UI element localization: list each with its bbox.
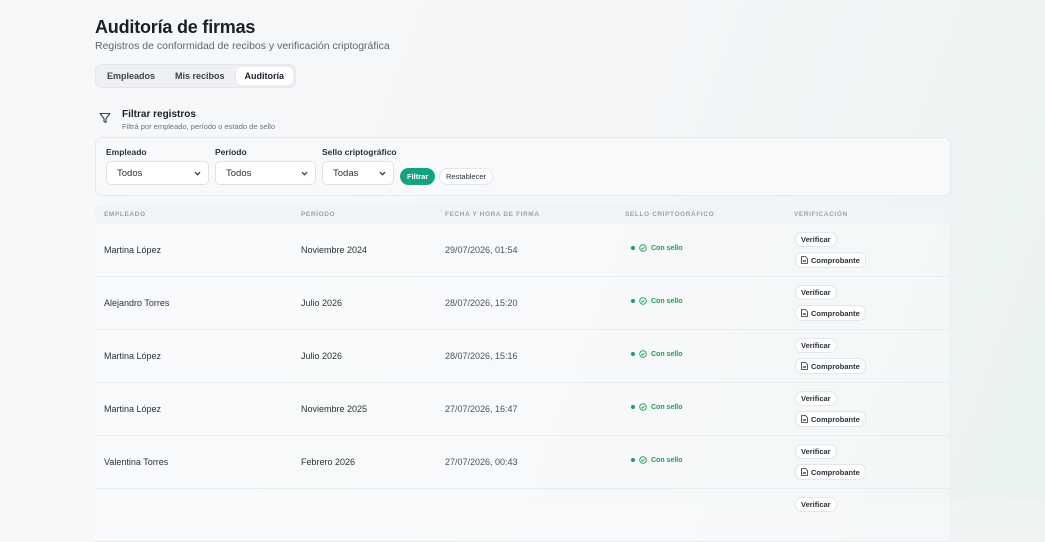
chevron-down-icon <box>301 171 308 176</box>
status-dot <box>631 458 635 462</box>
seal-status-badge: Con sello <box>631 297 683 305</box>
tab-bar: Empleados Mis recibos Auditoría <box>95 64 297 88</box>
employee-name: Martina López <box>104 245 162 255</box>
page-subtitle: Registros de conformidad de recibos y ve… <box>95 40 390 52</box>
column-header-period: PERÍODO <box>301 211 336 218</box>
receipt-button[interactable]: Comprobante <box>795 305 866 321</box>
table-row: Martina López Noviembre 2024 29/07/2026, 0… <box>95 224 949 277</box>
period-filter-label: Período <box>215 147 247 157</box>
apply-filter-button[interactable]: Filtrar <box>400 168 436 185</box>
period-select[interactable]: Todos <box>215 161 316 185</box>
status-dot <box>631 299 635 303</box>
document-icon <box>801 256 808 264</box>
seal-status-badge: Con sello <box>631 456 683 464</box>
verify-button[interactable]: Verificar <box>795 391 837 406</box>
check-circle-icon <box>639 403 647 411</box>
tab-auditoria[interactable]: Auditoría <box>235 67 294 85</box>
column-header-verification: VERIFICACIÓN <box>794 211 848 218</box>
page-title: Auditoría de firmas <box>95 17 256 37</box>
seal-status-badge: Con sello <box>631 350 683 358</box>
seal-status-label: Con sello <box>651 456 683 464</box>
receipt-button-label: Comprobante <box>811 467 860 477</box>
document-icon <box>801 362 808 370</box>
employee-select-value: Todos <box>117 168 143 179</box>
table-row: Martina López Julio 2026 28/07/2026, 15:16… <box>95 330 949 383</box>
status-dot <box>631 352 635 356</box>
table-header: EMPLEADO PERÍODO FECHA Y HORA DE FIRMA S… <box>95 205 949 224</box>
chevron-down-icon <box>194 171 201 176</box>
column-header-employee: EMPLEADO <box>104 211 146 218</box>
period-value: Julio 2026 <box>301 351 343 361</box>
seal-status-badge: Con sello <box>631 403 683 411</box>
tab-mis-recibos[interactable]: Mis recibos <box>166 67 234 85</box>
receipt-button-label: Comprobante <box>811 414 860 424</box>
check-circle-icon <box>639 297 647 305</box>
period-value: Noviembre 2025 <box>301 404 368 414</box>
table-row: Martina López Noviembre 2025 27/07/2026, 1… <box>95 383 949 436</box>
seal-status-label: Con sello <box>651 297 683 305</box>
signed-at-value: 29/07/2026, 01:54 <box>445 245 518 255</box>
receipt-button[interactable]: Comprobante <box>795 252 866 268</box>
reset-filter-button[interactable]: Restablecer <box>439 168 494 185</box>
verify-button[interactable]: Verificar <box>795 285 837 300</box>
employee-select[interactable]: Todos <box>106 161 209 185</box>
verify-button[interactable]: Verificar <box>795 232 837 247</box>
receipt-button-label: Comprobante <box>811 255 860 265</box>
seal-status-label: Con sello <box>651 350 683 358</box>
seal-status-label: Con sello <box>651 244 683 252</box>
receipt-button[interactable]: Comprobante <box>795 464 866 480</box>
verify-button[interactable]: Verificar <box>795 444 837 459</box>
signed-at-value: 27/07/2026, 16:47 <box>445 404 518 414</box>
check-circle-icon <box>639 456 647 464</box>
receipt-button-label: Comprobante <box>811 361 860 371</box>
verify-button[interactable]: Verificar <box>795 497 837 512</box>
seal-select[interactable]: Todas <box>322 161 394 185</box>
check-circle-icon <box>639 244 647 252</box>
receipt-button-label: Comprobante <box>811 308 860 318</box>
check-circle-icon <box>639 350 647 358</box>
period-select-value: Todos <box>226 168 252 179</box>
seal-status-badge: Con sello <box>631 244 683 252</box>
verify-button[interactable]: Verificar <box>795 338 837 353</box>
table-body: Martina López Noviembre 2024 29/07/2026, 0… <box>95 224 949 542</box>
period-value: Julio 2026 <box>301 298 343 308</box>
chevron-down-icon <box>379 171 386 176</box>
receipt-button[interactable]: Comprobante <box>795 358 866 374</box>
period-value: Febrero 2026 <box>301 457 356 467</box>
seal-filter-label: Sello criptográfico <box>322 147 397 157</box>
receipt-button[interactable]: Comprobante <box>795 411 866 427</box>
document-icon <box>801 309 808 317</box>
column-header-seal: SELLO CRIPTOGRÁFICO <box>625 211 715 218</box>
status-dot <box>631 405 635 409</box>
tab-empleados[interactable]: Empleados <box>98 67 164 85</box>
column-header-signed-at: FECHA Y HORA DE FIRMA <box>445 211 540 218</box>
table-row: Valentina Torres Febrero 2026 27/07/2026, … <box>95 436 949 489</box>
signed-at-value: 28/07/2026, 15:16 <box>445 351 518 361</box>
signed-at-value: 28/07/2026, 15:20 <box>445 298 518 308</box>
audit-table: EMPLEADO PERÍODO FECHA Y HORA DE FIRMA S… <box>95 205 949 542</box>
filter-section-subtitle: Filtrá por empleado, período o estado de… <box>122 122 276 131</box>
document-icon <box>801 415 808 423</box>
document-icon <box>801 468 808 476</box>
signed-at-value: 27/07/2026, 00:43 <box>445 457 518 467</box>
period-value: Noviembre 2024 <box>301 245 368 255</box>
table-row: Alejandro Torres Julio 2026 28/07/2026, 15… <box>95 277 949 330</box>
seal-select-value: Todas <box>333 168 359 179</box>
table-row: Verificar <box>95 489 949 542</box>
employee-name: Martina López <box>104 404 162 414</box>
filter-section-title: Filtrar registros <box>122 109 196 120</box>
employee-name: Valentina Torres <box>104 457 169 467</box>
filter-funnel-icon <box>99 112 111 124</box>
employee-filter-label: Empleado <box>106 147 147 157</box>
filter-card: Empleado Todos Período Todos Sello cript… <box>95 137 951 196</box>
employee-name: Martina López <box>104 351 162 361</box>
employee-name: Alejandro Torres <box>104 298 170 308</box>
status-dot <box>631 246 635 250</box>
seal-status-label: Con sello <box>651 403 683 411</box>
